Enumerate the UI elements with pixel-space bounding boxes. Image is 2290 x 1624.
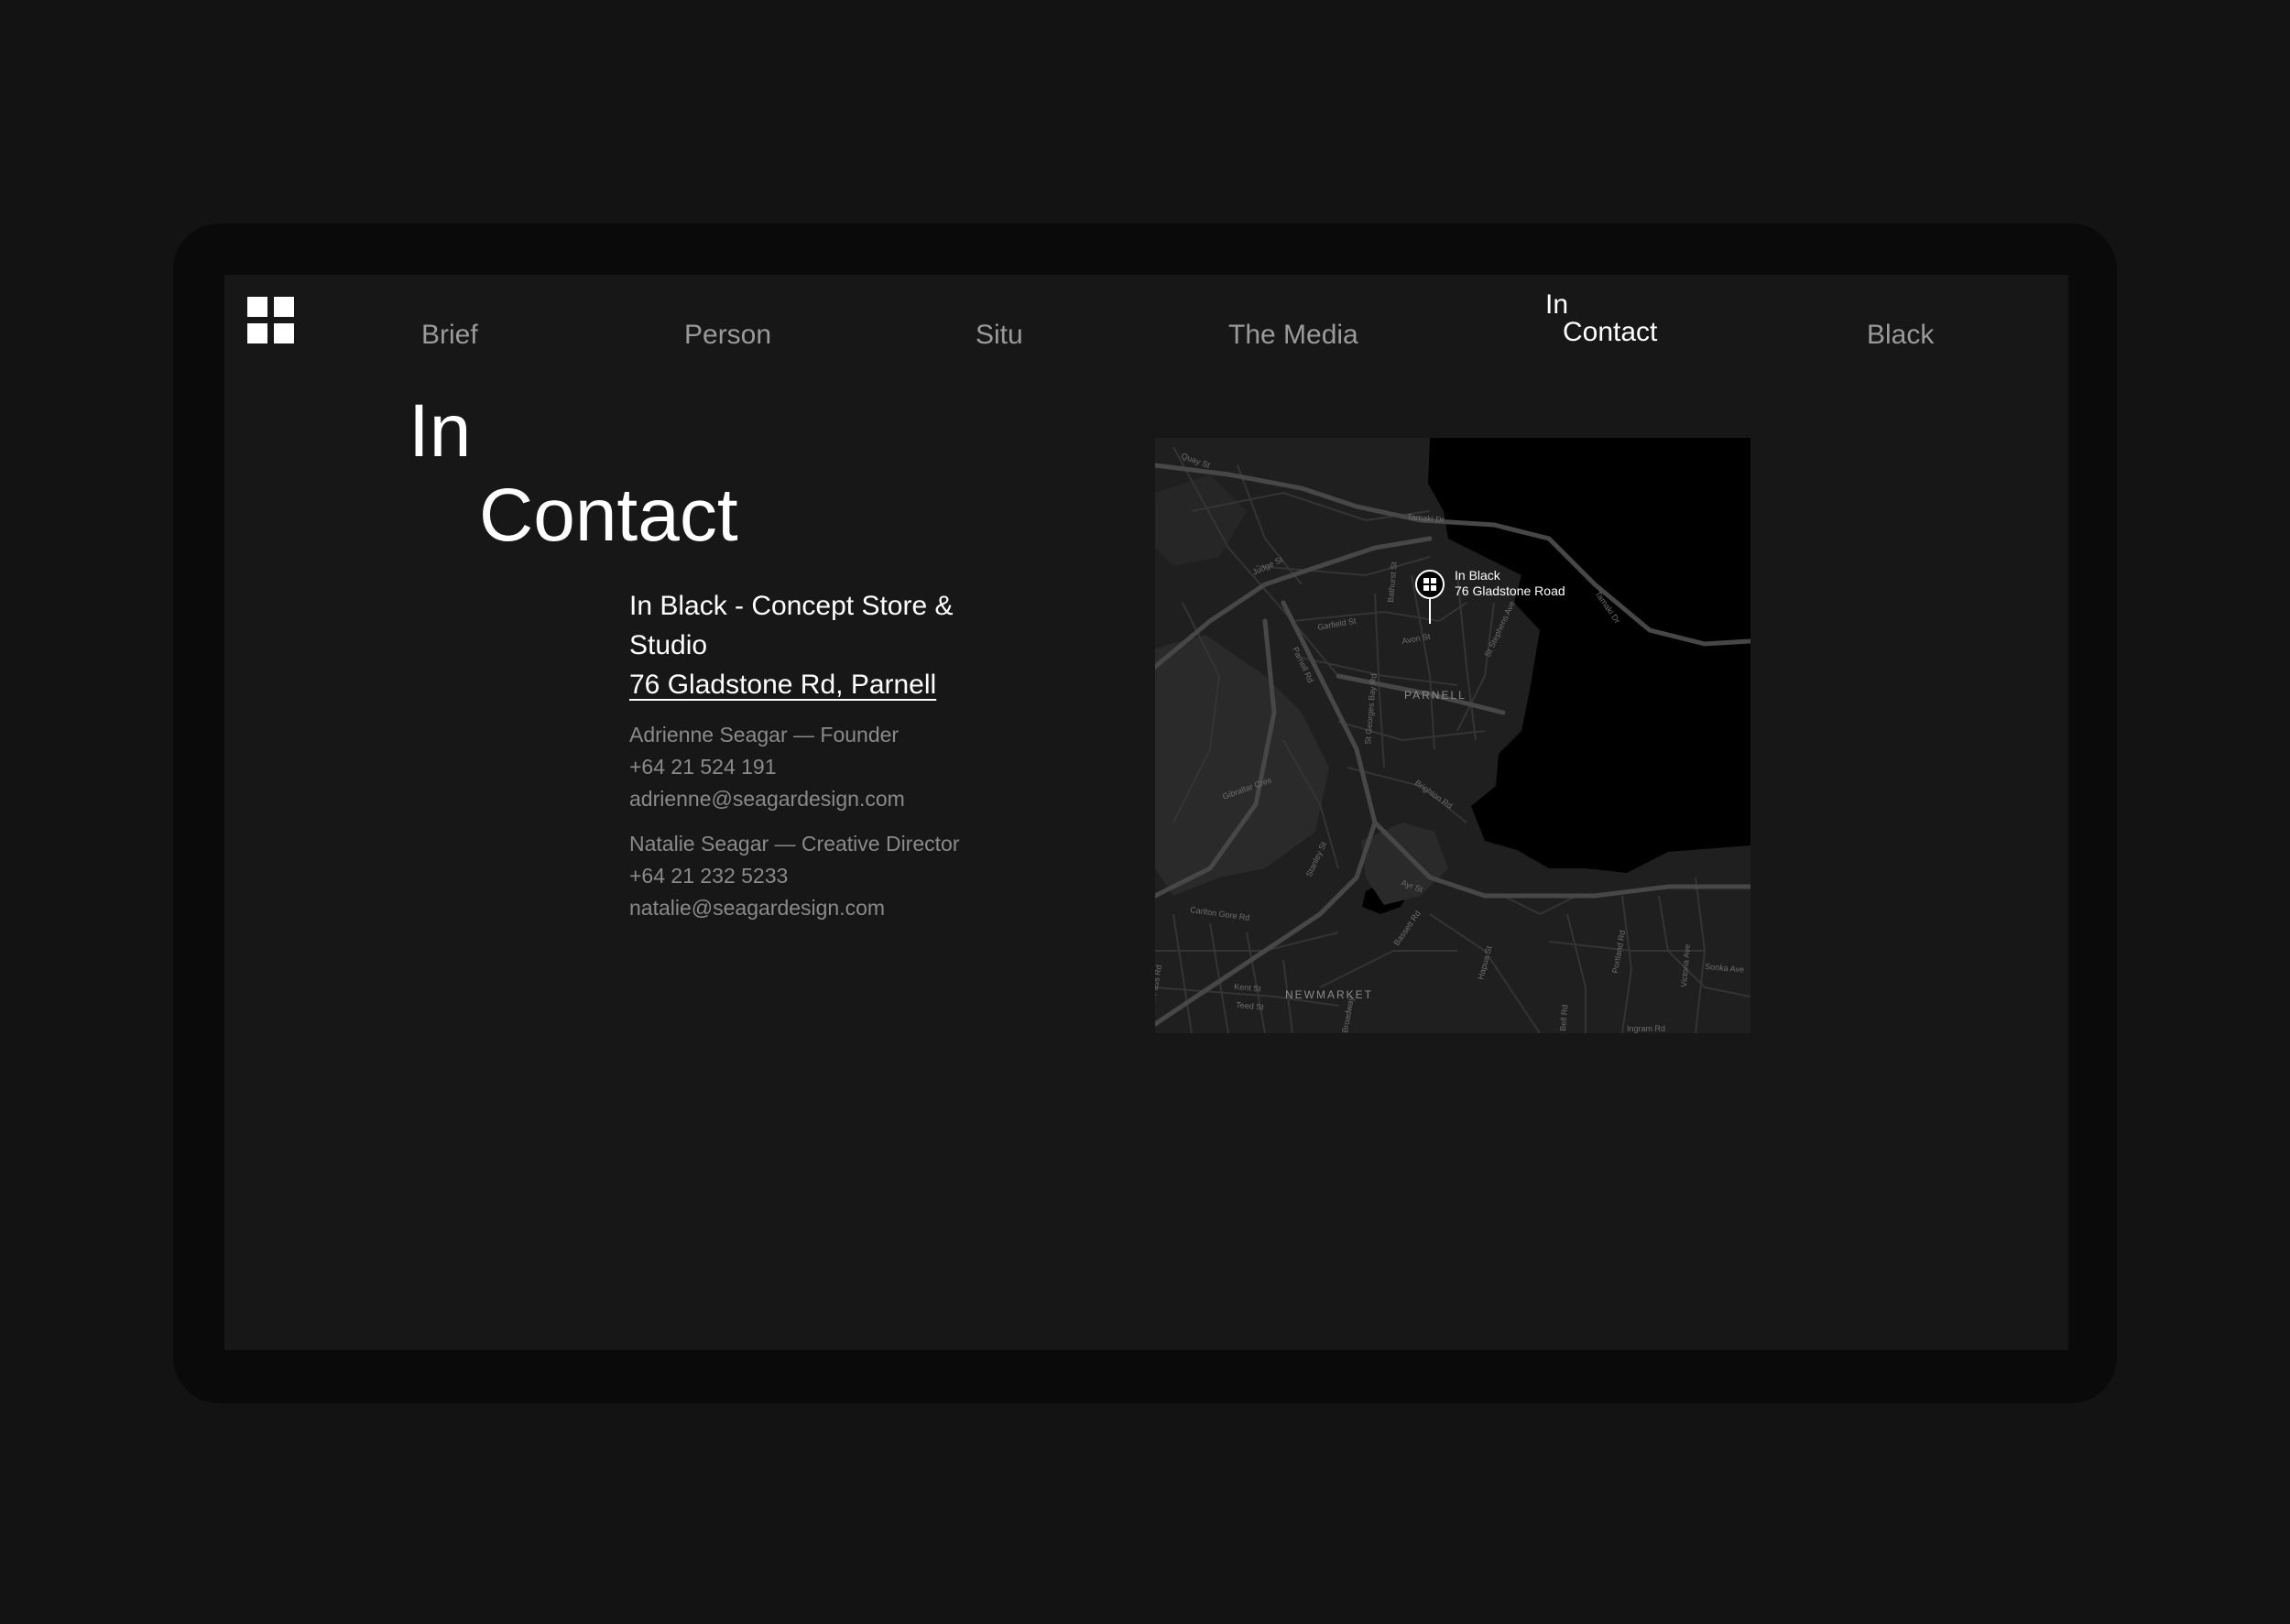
street-label: Tamaki Dr xyxy=(1407,512,1445,524)
marker-label-name: In Black xyxy=(1455,568,1501,583)
nav-active-line1: In xyxy=(1545,289,1569,320)
logo-square xyxy=(274,297,294,317)
website-screen: Brief Person Situ The Media In Contact B… xyxy=(224,275,2068,1350)
street-label: St Stephens Ave xyxy=(1483,599,1517,658)
map-suburb-newmarket: NEWMARKET xyxy=(1285,988,1373,1001)
street-label: Bassett Rd xyxy=(1391,909,1422,947)
street-label: Sonka Ave xyxy=(1705,962,1745,975)
address-link[interactable]: 76 Gladstone Rd, Parnell xyxy=(629,665,936,704)
street-label: Teed St xyxy=(1236,1000,1265,1012)
street-label: Avon St xyxy=(1401,632,1432,646)
street-label: Portland Rd xyxy=(1610,930,1627,975)
logo-square xyxy=(247,323,267,343)
logo-square xyxy=(274,323,294,343)
street-label: Stanley St xyxy=(1304,840,1329,878)
street-label: Bell Rd xyxy=(1558,1004,1569,1031)
contact-email[interactable]: natalie@seagardesign.com xyxy=(629,892,996,924)
contact-card: Natalie Seagar — Creative Director +64 2… xyxy=(629,828,996,924)
device-frame: Brief Person Situ The Media In Contact B… xyxy=(173,223,2117,1403)
page-title-line1: In xyxy=(409,389,472,473)
map-suburb-parnell: PARNELL xyxy=(1404,689,1467,702)
page-title: In Contact xyxy=(409,389,738,558)
street-label: Hapua St xyxy=(1476,944,1494,980)
map-canvas: PARNELL NEWMARKET Quay St Tamaki Dr Tama… xyxy=(1155,438,1750,1033)
marker-label-address: 76 Gladstone Road xyxy=(1455,583,1565,598)
street-label: St Georges Bay Rd xyxy=(1363,673,1379,745)
street-label: Judge St xyxy=(1251,555,1285,577)
nav-item-in-contact[interactable]: In Contact xyxy=(1545,291,1657,346)
contact-phone[interactable]: +64 21 232 5233 xyxy=(629,860,996,892)
contact-email[interactable]: adrienne@seagardesign.com xyxy=(629,783,996,815)
location-map[interactable]: PARNELL NEWMARKET Quay St Tamaki Dr Tama… xyxy=(1155,438,1750,1033)
marker-circle xyxy=(1415,570,1445,599)
store-name: In Black - Concept Store & Studio xyxy=(629,591,954,660)
street-label: Parnell Rd xyxy=(1291,646,1315,684)
street-label: Kent St xyxy=(1234,982,1262,994)
page-title-line2: Contact xyxy=(479,474,738,557)
contact-name-role: Adrienne Seagar — Founder xyxy=(629,723,900,747)
contact-info: In Black - Concept Store & Studio 76 Gla… xyxy=(629,586,996,924)
nav-item-brief[interactable]: Brief xyxy=(421,319,478,352)
nav-item-the-media[interactable]: The Media xyxy=(1228,319,1358,352)
logo-square xyxy=(247,297,267,317)
street-label: Bathurst St xyxy=(1386,561,1399,603)
street-label: Carlton Gore Rd xyxy=(1190,905,1250,922)
contact-phone[interactable]: +64 21 524 191 xyxy=(629,751,996,783)
nav-item-black[interactable]: Black xyxy=(1867,319,1934,352)
street-label: Brighton Rd xyxy=(1413,778,1455,810)
street-label: Ingram Rd xyxy=(1627,1024,1665,1033)
street-label: Khyber Pass Rd xyxy=(1155,965,1163,1025)
nav-item-person[interactable]: Person xyxy=(684,319,771,352)
contact-name-role: Natalie Seagar — Creative Director xyxy=(629,832,960,856)
map-water xyxy=(1428,438,1750,873)
contact-card: Adrienne Seagar — Founder +64 21 524 191… xyxy=(629,719,996,815)
logo-icon[interactable] xyxy=(247,297,294,343)
nav-item-situ[interactable]: Situ xyxy=(976,319,1023,352)
nav-active-line2: Contact xyxy=(1563,317,1658,347)
